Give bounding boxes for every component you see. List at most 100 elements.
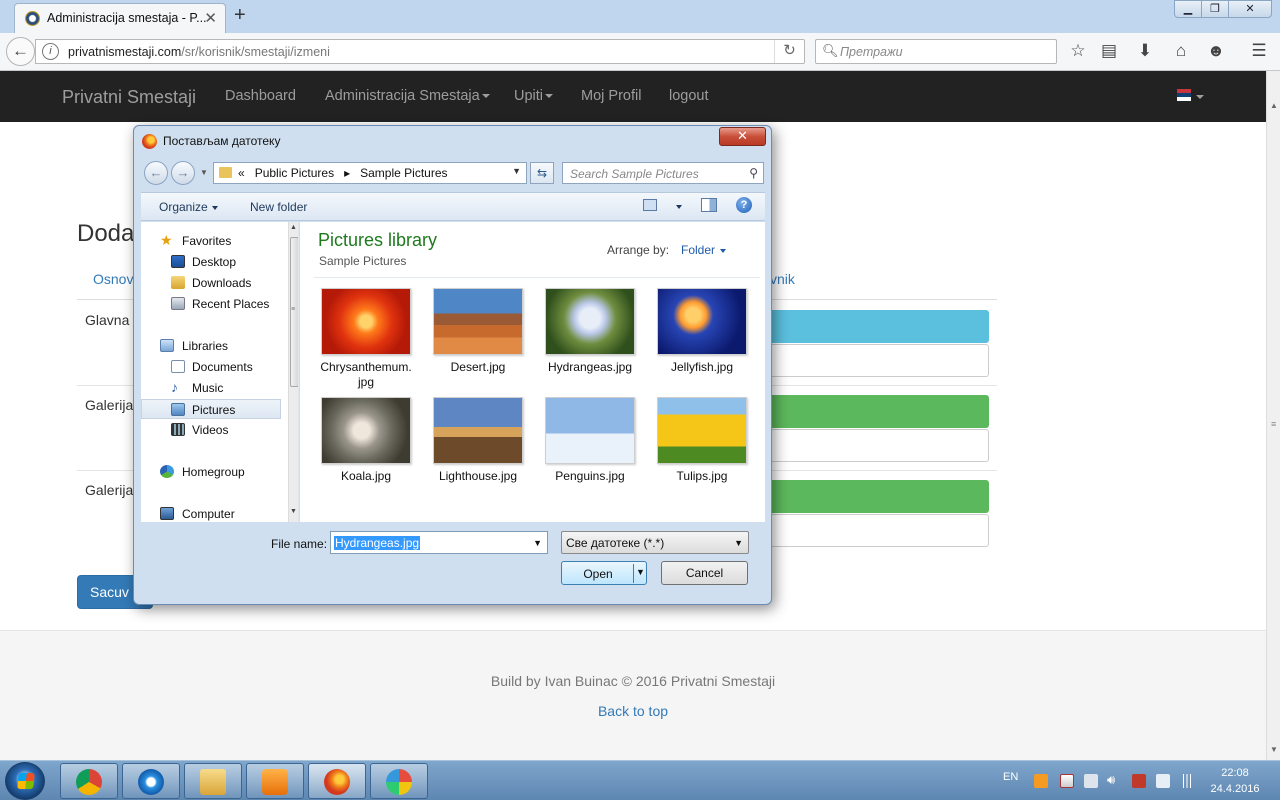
tray-notification-icon[interactable] — [1060, 774, 1074, 788]
taskbar-media-player[interactable] — [246, 763, 304, 799]
scroll-grip-icon[interactable]: ≡ — [291, 306, 295, 313]
tab-last[interactable]: vnik — [770, 271, 795, 287]
breadcrumb-public-pictures[interactable]: Public Pictures — [255, 166, 334, 180]
address-dropdown-icon[interactable]: ▼ — [512, 166, 521, 176]
system-clock[interactable]: 22:08 24.4.2016 — [1202, 765, 1268, 797]
scroll-up-icon[interactable]: ▲ — [290, 224, 297, 231]
reading-list-icon[interactable]: ▤ — [1098, 41, 1120, 61]
file-upload-dialog: Постављам датотеку ✕ ← → ▼ « Public Pict… — [133, 125, 772, 605]
file-name-input[interactable]: Hydrangeas.jpg ▼ — [330, 531, 548, 554]
nav-favorites[interactable]: ★ Favorites — [141, 231, 281, 251]
folder-search-input[interactable]: Search Sample Pictures ⚲ — [562, 162, 764, 184]
cancel-button[interactable]: Cancel — [661, 561, 748, 585]
nav-homegroup[interactable]: Homegroup — [141, 462, 281, 482]
dialog-close-button[interactable]: ✕ — [719, 127, 766, 146]
nav-music[interactable]: ♪ Music — [141, 378, 281, 398]
nav-logout[interactable]: logout — [669, 88, 709, 104]
window-close-button[interactable]: ✕ — [1228, 0, 1272, 18]
back-arrow-icon[interactable]: ← — [144, 161, 168, 185]
clock-time: 22:08 — [1221, 767, 1249, 779]
nav-pane-scrollbar[interactable]: ▲ ≡ ▼ — [288, 222, 298, 522]
bookmark-star-icon[interactable]: ☆ — [1067, 41, 1089, 61]
power-icon[interactable] — [1156, 774, 1170, 788]
browser-tab-active[interactable]: Administracija smestaja - P... ✕ — [14, 3, 226, 33]
url-bar[interactable]: i privatnismestaji.com/sr/korisnik/smest… — [35, 39, 805, 64]
change-view-icon[interactable] — [643, 199, 657, 211]
home-icon[interactable]: ⌂ — [1170, 41, 1192, 61]
scroll-down-icon[interactable]: ▼ — [290, 508, 297, 515]
language-dropdown-icon[interactable] — [1196, 95, 1204, 99]
nav-downloads[interactable]: Downloads — [141, 273, 281, 293]
help-icon[interactable]: ? — [736, 197, 752, 213]
history-dropdown-icon[interactable]: ▼ — [200, 168, 208, 177]
language-indicator[interactable]: EN — [1003, 771, 1018, 783]
breadcrumb-separator-icon[interactable]: ▸ — [337, 166, 356, 180]
file-lighthouse[interactable]: Lighthouse.jpg — [430, 397, 526, 492]
serbian-flag-icon[interactable] — [1177, 89, 1191, 101]
taskbar-windows-explorer[interactable] — [184, 763, 242, 799]
taskbar-paint[interactable] — [370, 763, 428, 799]
file-chrysanthemum[interactable]: Chrysanthemum. jpg — [318, 288, 414, 393]
nav-libraries[interactable]: Libraries — [141, 336, 281, 356]
nav-moj-profil[interactable]: Moj Profil — [581, 88, 641, 104]
file-type-select[interactable]: Све датотеке (*.*) ▼ — [561, 531, 749, 554]
volume-icon[interactable]: 🔊︎ — [1107, 772, 1121, 787]
downloads-icon[interactable]: ⬇ — [1134, 41, 1156, 61]
file-name-label: Tulips.jpg — [676, 469, 728, 483]
scroll-down-icon[interactable]: ▼ — [1270, 745, 1278, 754]
nav-upiti[interactable]: Upiti — [514, 88, 554, 104]
hello-chat-icon[interactable]: ☻ — [1205, 41, 1227, 61]
nav-videos[interactable]: Videos — [141, 420, 281, 440]
view-dropdown-icon[interactable] — [676, 205, 682, 209]
refresh-icon[interactable]: ⇆ — [530, 162, 554, 184]
browser-search-input[interactable]: 🔍︎ Претражи — [815, 39, 1057, 64]
tray-warning-icon[interactable] — [1132, 774, 1146, 788]
tray-device-icon[interactable] — [1084, 774, 1098, 788]
nav-dashboard[interactable]: Dashboard — [225, 88, 296, 104]
arrange-by-dropdown[interactable]: Folder — [681, 243, 727, 257]
nav-administracija[interactable]: Administracija Smestaja — [325, 88, 490, 104]
start-button[interactable] — [5, 762, 45, 800]
file-koala[interactable]: Koala.jpg — [318, 397, 414, 492]
open-button[interactable]: Open ▼ — [561, 561, 647, 585]
forward-arrow-icon[interactable]: → — [171, 161, 195, 185]
file-desert[interactable]: Desert.jpg — [430, 288, 526, 393]
window-minimize-button[interactable]: ▁ — [1174, 0, 1202, 18]
file-penguins[interactable]: Penguins.jpg — [542, 397, 638, 492]
new-folder-button[interactable]: New folder — [250, 200, 307, 214]
scroll-up-icon[interactable]: ▲ — [1270, 101, 1278, 110]
file-hydrangeas[interactable]: Hydrangeas.jpg — [542, 288, 638, 393]
taskbar-firefox[interactable] — [308, 763, 366, 799]
scroll-grip-icon[interactable]: ≡ — [1271, 419, 1276, 429]
address-bar[interactable]: « Public Pictures ▸ Sample Pictures ▼ — [213, 162, 527, 184]
back-to-top-link[interactable]: Back to top — [0, 703, 1266, 719]
breadcrumb-sample-pictures[interactable]: Sample Pictures — [360, 166, 447, 180]
file-name-dropdown-icon[interactable]: ▼ — [533, 538, 542, 548]
menu-hamburger-icon[interactable]: ☰ — [1248, 41, 1270, 61]
open-dropdown-icon[interactable]: ▼ — [636, 567, 645, 577]
preview-pane-icon[interactable] — [701, 198, 717, 212]
network-signal-icon[interactable] — [1180, 774, 1194, 788]
reload-icon[interactable]: ↻ — [774, 40, 804, 63]
nav-recent-places[interactable]: Recent Places — [141, 294, 281, 314]
search-icon[interactable]: ⚲ — [749, 166, 758, 180]
nav-computer[interactable]: Computer — [141, 504, 281, 522]
site-info-icon[interactable]: i — [42, 43, 59, 60]
nav-desktop[interactable]: Desktop — [141, 252, 281, 272]
file-tulips[interactable]: Tulips.jpg — [654, 397, 750, 492]
url-text: privatnismestaji.com/sr/korisnik/smestaj… — [68, 45, 330, 59]
file-jellyfish[interactable]: Jellyfish.jpg — [654, 288, 750, 393]
new-tab-icon[interactable]: + — [234, 4, 246, 27]
window-restore-button[interactable]: ❐ — [1201, 0, 1229, 18]
organize-button[interactable]: Organize — [159, 200, 218, 214]
site-brand[interactable]: Privatni Smestaji — [62, 87, 196, 108]
taskbar-internet-explorer[interactable] — [122, 763, 180, 799]
tray-app-icon[interactable] — [1034, 774, 1048, 788]
tab-osnovno[interactable]: Osnov — [93, 271, 133, 287]
nav-documents[interactable]: Documents — [141, 357, 281, 377]
taskbar-chrome[interactable] — [60, 763, 118, 799]
page-scrollbar[interactable]: ▲ ≡ ▼ — [1266, 71, 1280, 760]
nav-pictures[interactable]: Pictures — [141, 399, 281, 419]
back-arrow-icon[interactable]: ← — [6, 37, 35, 66]
tab-close-icon[interactable]: ✕ — [204, 9, 217, 27]
